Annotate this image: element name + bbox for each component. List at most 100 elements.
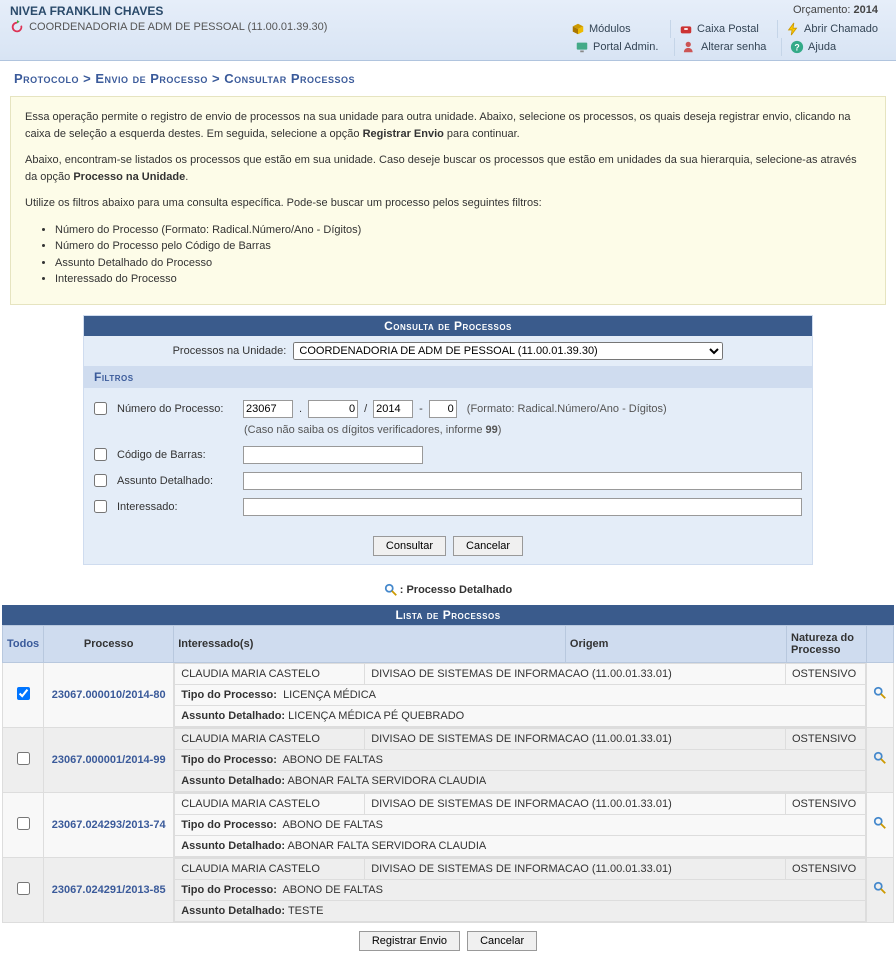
row-checkbox[interactable] <box>17 882 30 895</box>
row-details: CLAUDIA MARIA CASTELODIVISAO DE SISTEMAS… <box>174 857 867 922</box>
box-icon <box>571 22 585 36</box>
legend: : Processo Detalhado <box>0 575 896 605</box>
numero-label: Número do Processo: <box>117 403 237 415</box>
codigo-input[interactable] <box>243 446 423 464</box>
codigo-checkbox[interactable] <box>94 448 107 461</box>
filtro-assunto-row: Assunto Detalhado: <box>94 468 802 494</box>
inst-li1: Número do Processo (Formato: Radical.Núm… <box>55 222 871 239</box>
interessado-label: Interessado: <box>117 501 237 513</box>
row-tipo: Tipo do Processo: LICENÇA MÉDICA <box>175 684 866 705</box>
row-natureza: OSTENSIVO <box>786 663 866 684</box>
detail-action[interactable] <box>867 857 894 922</box>
inst-p1c: para continuar. <box>444 128 520 140</box>
detail-action[interactable] <box>867 792 894 857</box>
row-assunto: Assunto Detalhado: ABONAR FALTA SERVIDOR… <box>175 835 866 856</box>
cancelar-bottom-button[interactable]: Cancelar <box>467 931 537 951</box>
alterar-senha-link[interactable]: Alterar senha <box>674 38 779 56</box>
row-checkbox[interactable] <box>17 687 30 700</box>
table-row: 23067.000001/2014-99CLAUDIA MARIA CASTEL… <box>3 727 894 792</box>
codigo-label: Código de Barras: <box>117 449 237 461</box>
registrar-envio-button[interactable]: Registrar Envio <box>359 931 460 951</box>
row-details: CLAUDIA MARIA CASTELODIVISAO DE SISTEMAS… <box>174 662 867 727</box>
numero-checkbox[interactable] <box>94 402 107 415</box>
digits-hint-b: 99 <box>486 424 498 436</box>
filtro-interessado-row: Interessado: <box>94 494 802 520</box>
portal-admin-link[interactable]: Portal Admin. <box>567 38 672 56</box>
row-assunto: Assunto Detalhado: ABONAR FALTA SERVIDOR… <box>175 770 866 791</box>
interessado-checkbox[interactable] <box>94 500 107 513</box>
help-icon: ? <box>790 40 804 54</box>
header-origem: Origem <box>565 625 786 662</box>
row-interessado: CLAUDIA MARIA CASTELO <box>175 728 365 749</box>
row-interessado: CLAUDIA MARIA CASTELO <box>175 858 365 879</box>
consulta-buttons: Consultar Cancelar <box>84 528 812 564</box>
row-checkbox[interactable] <box>17 817 30 830</box>
caixa-postal-label: Caixa Postal <box>697 23 759 35</box>
links-row-1: Módulos Caixa Postal Abrir Chamado <box>563 20 886 38</box>
row-origem: DIVISAO DE SISTEMAS DE INFORMACAO (11.00… <box>365 728 786 749</box>
user-department: COORDENADORIA DE ADM DE PESSOAL (11.00.0… <box>10 20 327 34</box>
digits-hint-a: (Caso não saiba os dígitos verificadores… <box>244 424 486 436</box>
row-origem: DIVISAO DE SISTEMAS DE INFORMACAO (11.00… <box>365 858 786 879</box>
unit-select[interactable]: COORDENADORIA DE ADM DE PESSOAL (11.00.0… <box>293 342 723 360</box>
person-key-icon <box>683 40 697 54</box>
header-todos[interactable]: Todos <box>3 625 44 662</box>
row-checkbox-cell <box>3 857 44 922</box>
processo-link[interactable]: 23067.000001/2014-99 <box>44 727 174 792</box>
row-details: CLAUDIA MARIA CASTELODIVISAO DE SISTEMAS… <box>174 727 867 792</box>
num-ano-input[interactable] <box>373 400 413 418</box>
num-numero-input[interactable] <box>308 400 358 418</box>
ajuda-link[interactable]: ? Ajuda <box>781 38 886 56</box>
processo-link[interactable]: 23067.024293/2013-74 <box>44 792 174 857</box>
row-tipo: Tipo do Processo: ABONO DE FALTAS <box>175 749 866 770</box>
inst-li3: Assunto Detalhado do Processo <box>55 255 871 272</box>
user-info: NIVEA FRANKLIN CHAVES COORDENADORIA DE A… <box>10 4 327 34</box>
abrir-chamado-link[interactable]: Abrir Chamado <box>777 20 886 38</box>
table-body: 23067.000010/2014-80CLAUDIA MARIA CASTEL… <box>3 662 894 922</box>
row-assunto: Assunto Detalhado: TESTE <box>175 900 866 921</box>
unit-label: Processos na Unidade: <box>173 345 287 357</box>
consultar-button[interactable]: Consultar <box>373 536 446 556</box>
format-hint: (Formato: Radical.Número/Ano - Dígitos) <box>467 403 667 415</box>
row-checkbox[interactable] <box>17 752 30 765</box>
magnifier-icon <box>384 583 398 597</box>
assunto-checkbox[interactable] <box>94 474 107 487</box>
header-natureza: Natureza do Processo <box>787 625 867 662</box>
modulos-label: Módulos <box>589 23 631 35</box>
num-radical-input[interactable] <box>243 400 293 418</box>
instruction-p2: Abaixo, encontram-se listados os process… <box>25 152 871 185</box>
mailbox-icon <box>679 22 693 36</box>
detail-action[interactable] <box>867 662 894 727</box>
ajuda-label: Ajuda <box>808 41 836 53</box>
inst-li2: Número do Processo pelo Código de Barras <box>55 238 871 255</box>
num-digito-input[interactable] <box>429 400 457 418</box>
legend-text: : Processo Detalhado <box>400 583 512 595</box>
portal-admin-label: Portal Admin. <box>593 41 658 53</box>
detail-action[interactable] <box>867 727 894 792</box>
inst-p1b: Registrar Envio <box>363 128 444 140</box>
alterar-senha-label: Alterar senha <box>701 41 766 53</box>
bottom-buttons: Registrar Envio Cancelar <box>0 923 896 959</box>
interessado-input[interactable] <box>243 498 802 516</box>
row-natureza: OSTENSIVO <box>786 728 866 749</box>
lista-title: Lista de Processos <box>2 605 894 625</box>
links-row-2: Portal Admin. Alterar senha ? Ajuda <box>567 38 886 56</box>
caixa-postal-link[interactable]: Caixa Postal <box>670 20 775 38</box>
modulos-link[interactable]: Módulos <box>563 20 668 38</box>
lightning-icon <box>786 22 800 36</box>
unit-row: Processos na Unidade: COORDENADORIA DE A… <box>84 336 812 366</box>
svg-text:?: ? <box>794 43 799 53</box>
processo-link[interactable]: 23067.000010/2014-80 <box>44 662 174 727</box>
assunto-input[interactable] <box>243 472 802 490</box>
top-bar: NIVEA FRANKLIN CHAVES COORDENADORIA DE A… <box>0 0 896 61</box>
refresh-icon[interactable] <box>10 20 24 34</box>
orcamento-year: 2014 <box>854 4 878 16</box>
instruction-list: Número do Processo (Formato: Radical.Núm… <box>55 222 871 288</box>
inst-p2c: . <box>185 171 188 183</box>
user-name: NIVEA FRANKLIN CHAVES <box>10 4 327 18</box>
instruction-p1: Essa operação permite o registro de envi… <box>25 109 871 142</box>
table-row: 23067.000010/2014-80CLAUDIA MARIA CASTEL… <box>3 662 894 727</box>
header-interessado: Interessado(s) <box>174 625 566 662</box>
processo-link[interactable]: 23067.024291/2013-85 <box>44 857 174 922</box>
cancelar-button[interactable]: Cancelar <box>453 536 523 556</box>
